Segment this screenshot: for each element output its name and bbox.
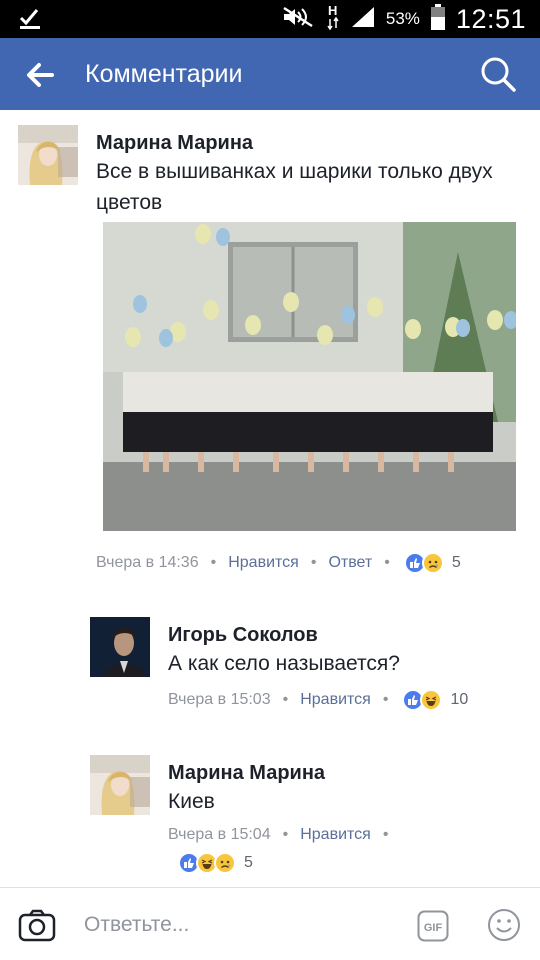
page-title: Комментарии — [85, 60, 243, 88]
reaction-count: 10 — [450, 691, 469, 708]
separator-dot: • — [382, 826, 389, 843]
network-h-icon: H — [326, 3, 340, 36]
separator-dot: • — [384, 554, 390, 571]
comment-text: Киев — [168, 790, 215, 813]
camera-icon[interactable] — [18, 908, 56, 947]
signal-icon — [350, 5, 376, 34]
reactions[interactable]: 10 — [402, 689, 468, 711]
separator-dot: • — [282, 691, 289, 708]
comment: Марина Марина Все в вышиванках и шарики … — [0, 110, 540, 580]
comment-text: Все в вышиванках и шарики только двух цв… — [96, 160, 493, 214]
status-bar: H 53% 12:51 — [0, 0, 540, 38]
comment-meta: Вчера в 14:36 • Нравится • Ответ • 5 — [96, 552, 461, 574]
reaction-count: 5 — [244, 854, 253, 871]
reactions[interactable]: 5 — [178, 852, 253, 874]
app-bar: Комментарии — [0, 38, 540, 110]
comment-text: А как село называется? — [168, 652, 400, 675]
comment-meta: Вчера в 15:04 • Нравится • — [168, 826, 400, 844]
battery-icon — [430, 3, 446, 35]
comment-reply: Игорь Соколов А как село называется? Вче… — [0, 610, 540, 720]
comment-composer: Ответьте... GIF — [0, 887, 540, 960]
comment-reply: Марина Марина Киев Вчера в 15:04 • Нрави… — [0, 748, 540, 888]
separator-dot: • — [282, 826, 289, 843]
avatar[interactable] — [18, 125, 78, 185]
avatar[interactable] — [90, 755, 150, 815]
separator-dot: • — [382, 691, 389, 708]
separator-dot: • — [310, 554, 317, 571]
like-button[interactable]: Нравится — [300, 691, 371, 709]
comment-time: Вчера в 15:03 — [168, 691, 271, 708]
comment-author[interactable]: Марина Марина — [96, 132, 253, 155]
avatar[interactable] — [90, 617, 150, 677]
reaction-count: 5 — [451, 554, 461, 571]
battery-percent: 53% — [385, 9, 420, 28]
download-done-icon — [18, 6, 42, 35]
clock: 12:51 — [455, 3, 526, 34]
comment-time: Вчера в 14:36 — [96, 554, 199, 571]
gif-label: GIF — [424, 922, 443, 934]
svg-text:H: H — [328, 3, 337, 18]
reply-button[interactable]: Ответ — [328, 554, 372, 572]
arrow-left-icon[interactable] — [22, 60, 58, 90]
search-icon[interactable] — [478, 54, 518, 94]
reactions[interactable]: 5 — [403, 552, 461, 574]
like-button[interactable]: Нравится — [300, 826, 371, 844]
like-button[interactable]: Нравится — [228, 554, 299, 572]
sad-icon — [421, 552, 444, 574]
mute-icon — [282, 6, 316, 33]
comment-time: Вчера в 15:04 — [168, 826, 271, 843]
smiley-icon[interactable] — [487, 908, 521, 947]
sad-icon — [214, 852, 236, 874]
reactions-row: 5 — [176, 852, 253, 874]
reply-input[interactable]: Ответьте... — [84, 913, 189, 937]
haha-icon — [420, 689, 443, 711]
comment-author[interactable]: Игорь Соколов — [168, 624, 318, 647]
comment-photo[interactable] — [103, 222, 516, 531]
comment-author[interactable]: Марина Марина — [168, 762, 325, 785]
comment-meta: Вчера в 15:03 • Нравится • 10 — [168, 689, 468, 711]
separator-dot: • — [210, 554, 217, 571]
gif-button[interactable]: GIF — [417, 910, 449, 947]
